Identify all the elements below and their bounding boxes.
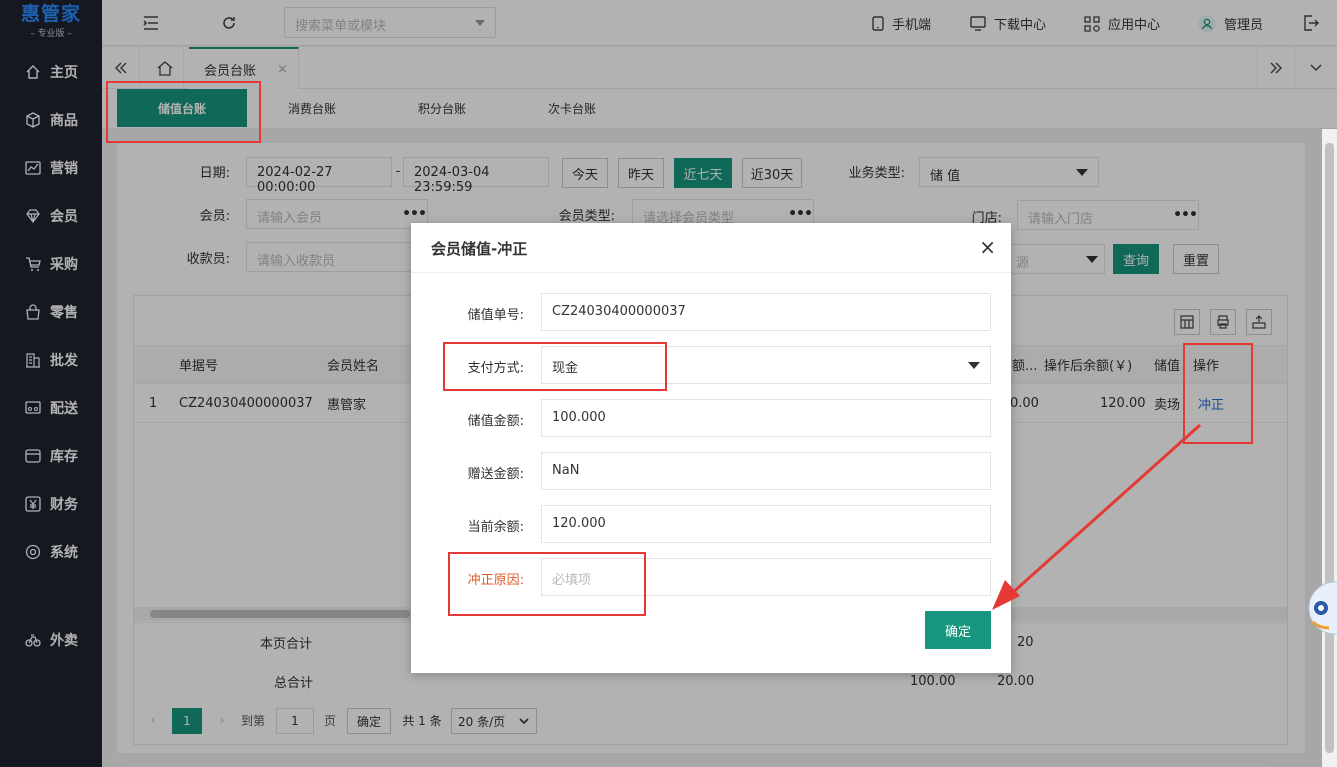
- annotation-arrow-icon: [992, 423, 1202, 610]
- page-v-scrollbar[interactable]: [1322, 129, 1337, 767]
- assistant-robot-icon[interactable]: [1305, 578, 1337, 638]
